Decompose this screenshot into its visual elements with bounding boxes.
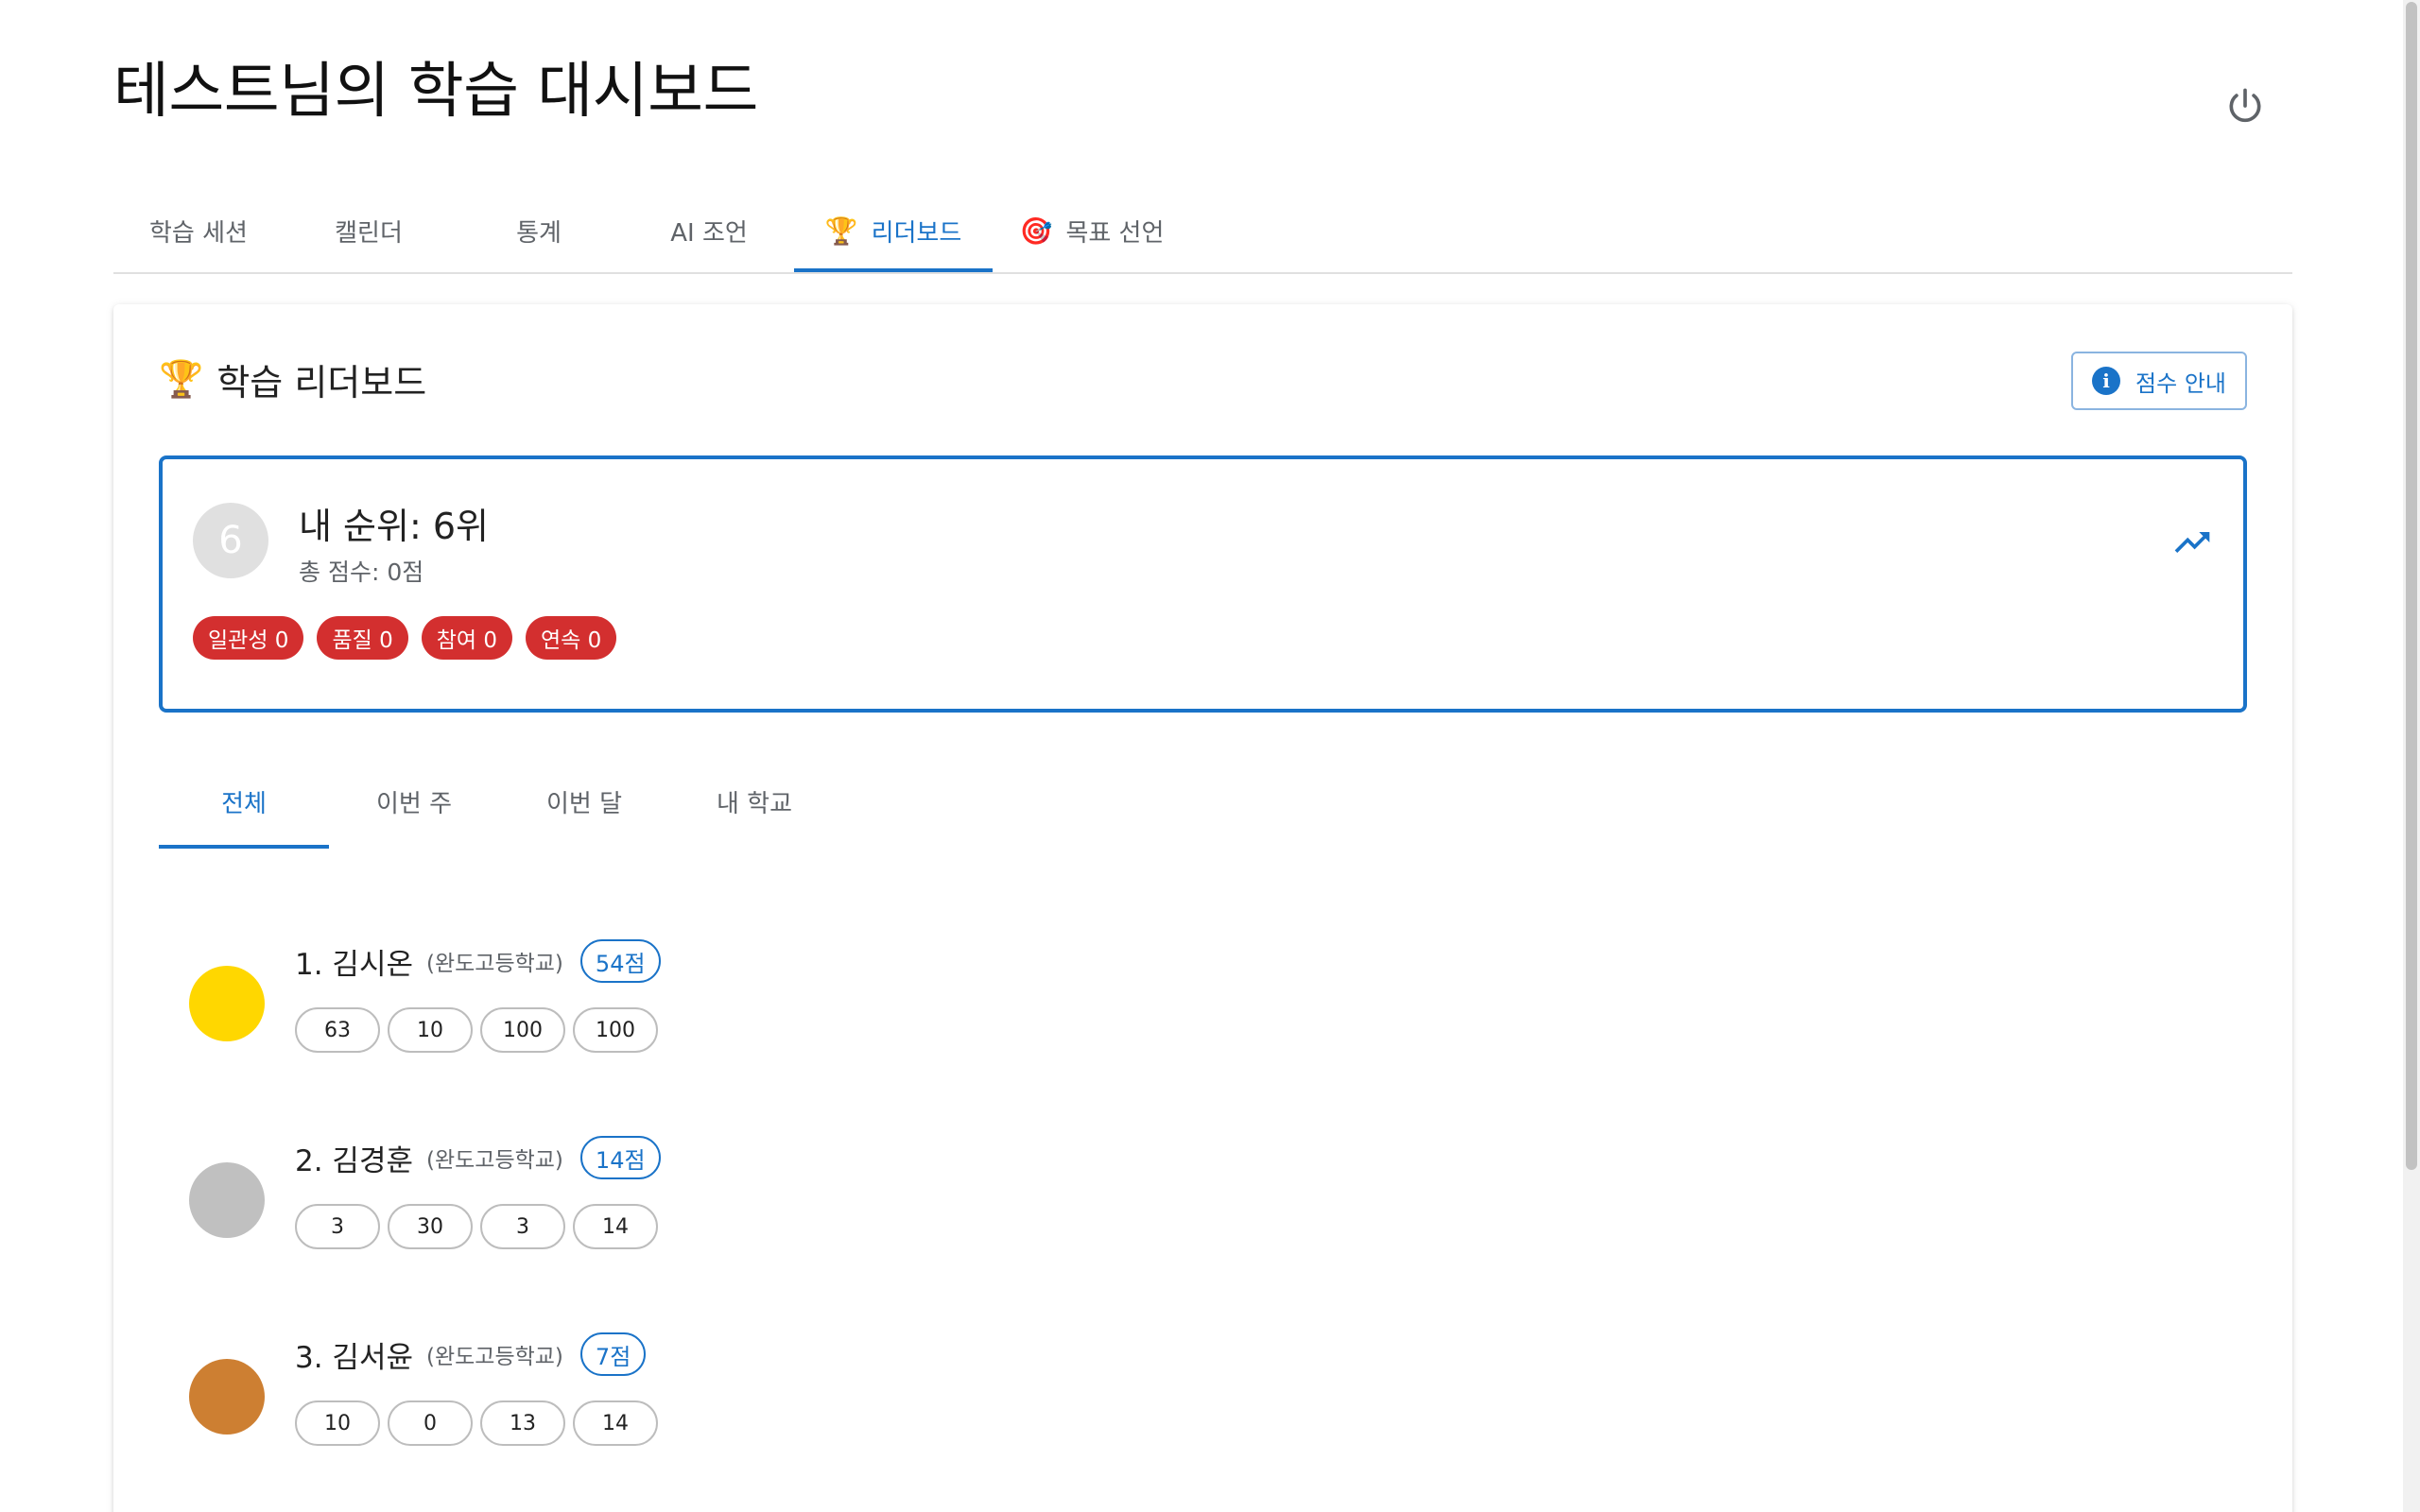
leaderboard-card: 🏆 학습 리더보드 i 점수 안내 6 내 순위: 6위 총 점수: 0점 일관… bbox=[113, 304, 2292, 1512]
tab-label: AI 조언 bbox=[670, 218, 748, 248]
stat-chip: 13 bbox=[480, 1400, 565, 1446]
row-header: 2. 김경훈 (완도고등학교) 14점 bbox=[295, 1136, 661, 1179]
bronze-medal-avatar bbox=[189, 1359, 265, 1435]
stat-chip: 30 bbox=[388, 1204, 473, 1249]
player-stats: 10 0 13 14 bbox=[295, 1400, 658, 1446]
streak-chip: 연속 0 bbox=[525, 616, 617, 660]
tab-label: 캘린더 bbox=[335, 218, 403, 248]
trending-up-icon bbox=[2174, 532, 2210, 553]
player-score-badge: 7점 bbox=[579, 1332, 647, 1376]
stat-chip: 63 bbox=[295, 1007, 380, 1053]
tab-my-school[interactable]: 내 학교 bbox=[669, 758, 839, 845]
page-title: 테스트님의 학습 대시보드 bbox=[113, 57, 758, 127]
stat-chip: 100 bbox=[573, 1007, 658, 1053]
power-icon bbox=[2229, 88, 2261, 123]
tab-label: 학습 세션 bbox=[149, 218, 248, 248]
scrollbar-thumb[interactable] bbox=[2406, 2, 2417, 1170]
stat-chip: 3 bbox=[295, 1204, 380, 1249]
trophy-icon: 🏆 bbox=[159, 358, 204, 400]
stat-chip: 14 bbox=[573, 1204, 658, 1249]
player-stats: 63 10 100 100 bbox=[295, 1007, 658, 1053]
card-title-text: 학습 리더보드 bbox=[216, 362, 427, 404]
stat-chip: 100 bbox=[480, 1007, 565, 1053]
my-score-chips: 일관성 0 품질 0 참여 0 연속 0 bbox=[193, 616, 617, 660]
trophy-icon: 🏆 bbox=[824, 215, 858, 247]
player-name: 1. 김시온 bbox=[295, 947, 413, 982]
tab-goal-declaration[interactable]: 🎯 목표 선언 bbox=[993, 189, 1191, 272]
player-stats: 3 30 3 14 bbox=[295, 1204, 658, 1249]
score-guide-button[interactable]: i 점수 안내 bbox=[2071, 352, 2247, 410]
consistency-chip: 일관성 0 bbox=[193, 616, 304, 660]
stat-chip: 0 bbox=[388, 1400, 473, 1446]
row-header: 1. 김시온 (완도고등학교) 54점 bbox=[295, 939, 661, 983]
my-rank-panel: 6 내 순위: 6위 총 점수: 0점 일관성 0 품질 0 참여 0 연속 0 bbox=[159, 455, 2247, 713]
dashboard-page: 테스트님의 학습 대시보드 학습 세션 캘린더 통계 AI 조언 🏆 리더보드 … bbox=[0, 0, 2420, 1512]
card-title: 🏆 학습 리더보드 bbox=[159, 353, 426, 405]
leaderboard-row[interactable]: 1. 김시온 (완도고등학교) 54점 63 10 100 100 bbox=[159, 919, 2247, 1070]
target-icon: 🎯 bbox=[1019, 215, 1053, 247]
player-score-badge: 54점 bbox=[579, 939, 661, 983]
logout-button[interactable] bbox=[2217, 77, 2273, 134]
tab-study-session[interactable]: 학습 세션 bbox=[113, 189, 284, 272]
quality-chip: 품질 0 bbox=[317, 616, 408, 660]
active-tab-indicator bbox=[794, 268, 993, 272]
player-school: (완도고등학교) bbox=[426, 1148, 563, 1173]
silver-medal-avatar bbox=[189, 1162, 265, 1238]
my-rank-avatar: 6 bbox=[193, 503, 268, 578]
tab-leaderboard[interactable]: 🏆 리더보드 bbox=[794, 189, 993, 272]
main-tab-bar: 학습 세션 캘린더 통계 AI 조언 🏆 리더보드 🎯 목표 선언 bbox=[113, 189, 2292, 274]
row-header: 3. 김서윤 (완도고등학교) 7점 bbox=[295, 1332, 647, 1376]
tab-this-week[interactable]: 이번 주 bbox=[329, 758, 499, 845]
gold-medal-avatar bbox=[189, 966, 265, 1041]
info-icon: i bbox=[2092, 367, 2121, 395]
period-tab-bar: 전체 이번 주 이번 달 내 학교 bbox=[159, 758, 839, 849]
my-rank-title: 내 순위: 6위 bbox=[299, 506, 489, 547]
tab-ai-advice[interactable]: AI 조언 bbox=[624, 189, 794, 272]
tab-statistics[interactable]: 통계 bbox=[454, 189, 624, 272]
stat-chip: 14 bbox=[573, 1400, 658, 1446]
tab-calendar[interactable]: 캘린더 bbox=[284, 189, 454, 272]
leaderboard-row[interactable]: 3. 김서윤 (완도고등학교) 7점 10 0 13 14 bbox=[159, 1312, 2247, 1463]
tab-label: 통계 bbox=[516, 218, 562, 248]
my-total-score: 총 점수: 0점 bbox=[299, 558, 424, 586]
player-name: 3. 김서윤 bbox=[295, 1340, 413, 1375]
stat-chip: 10 bbox=[295, 1400, 380, 1446]
leaderboard-row[interactable]: 2. 김경훈 (완도고등학교) 14점 3 30 3 14 bbox=[159, 1115, 2247, 1266]
tab-this-month[interactable]: 이번 달 bbox=[499, 758, 669, 845]
player-school: (완도고등학교) bbox=[426, 952, 563, 976]
tab-all[interactable]: 전체 bbox=[159, 758, 329, 845]
tab-label: 리더보드 bbox=[871, 218, 962, 248]
player-name: 2. 김경훈 bbox=[295, 1143, 413, 1178]
tab-label: 목표 선언 bbox=[1065, 218, 1165, 248]
player-school: (완도고등학교) bbox=[426, 1345, 563, 1369]
participation-chip: 참여 0 bbox=[421, 616, 512, 660]
score-guide-label: 점수 안내 bbox=[2135, 369, 2226, 397]
player-score-badge: 14점 bbox=[579, 1136, 661, 1179]
stat-chip: 10 bbox=[388, 1007, 473, 1053]
stat-chip: 3 bbox=[480, 1204, 565, 1249]
active-tab-indicator bbox=[159, 845, 329, 849]
